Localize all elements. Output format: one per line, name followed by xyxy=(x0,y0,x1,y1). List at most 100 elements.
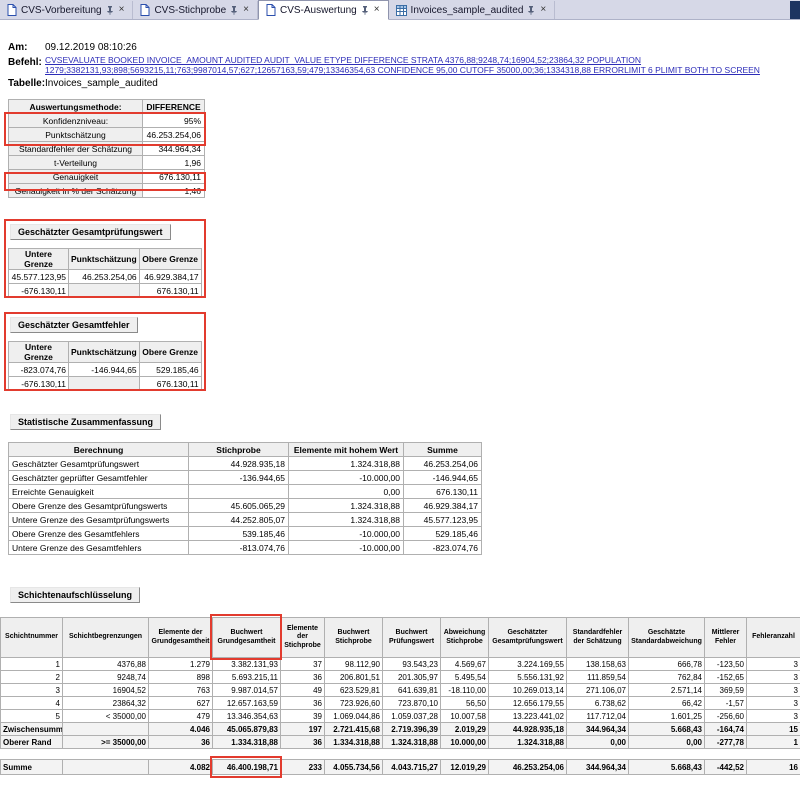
cell: -256,60 xyxy=(705,710,747,723)
section-title-statistische-zusammenfassung: Statistische Zusammenfassung xyxy=(10,414,161,430)
column-header: Untere Grenze xyxy=(9,342,69,363)
column-header: Stichprobe xyxy=(189,443,289,457)
table-row: -823.074,76-146.944,65529.185,46 xyxy=(9,363,202,377)
cell: 676.130,11 xyxy=(143,170,205,184)
table-row: Standardfehler der Schätzung344.964,34 xyxy=(9,142,205,156)
tab-cvs-stichprobe[interactable]: CVS-Stichprobe × xyxy=(133,1,258,19)
table-row: 45.577.123,9546.253.254,0646.929.384,17 xyxy=(9,270,202,284)
cell: 12.656.179,55 xyxy=(489,697,567,710)
befehl-command-link[interactable]: CVSEVALUATE BOOKED INVOICE_AMOUNT AUDITE… xyxy=(45,55,779,75)
column-header: Elemente mit hohem Wert xyxy=(289,443,404,457)
table-row: Zwischensumme4.04645.065.879,831972.721.… xyxy=(1,723,800,736)
tab-cvs-auswertung[interactable]: CVS-Auswertung × xyxy=(258,0,389,20)
cell xyxy=(63,760,149,775)
tab-cvs-vorbereitung[interactable]: CVS-Vorbereitung × xyxy=(0,1,133,19)
cell: 676.130,11 xyxy=(404,485,482,499)
cell: 1 xyxy=(1,658,63,671)
column-header: Fehleranzahl xyxy=(747,618,800,658)
cell: Oberer Rand xyxy=(1,736,63,749)
cell: Konfidenzniveau: xyxy=(9,114,143,128)
document-icon xyxy=(140,4,150,16)
table-row: Obere Grenze des Gesamtprüfungswerts45.6… xyxy=(9,499,482,513)
pin-icon[interactable] xyxy=(527,6,535,15)
cell: 4376,88 xyxy=(63,658,149,671)
cell: -676.130,11 xyxy=(9,284,69,298)
cell: 0,00 xyxy=(289,485,404,499)
cell: 12.657.163,59 xyxy=(213,697,281,710)
cell: Punktschätzung xyxy=(9,128,143,142)
cell: Untere Grenze des Gesamtprüfungswerts xyxy=(9,513,189,527)
cell: -146.944,65 xyxy=(69,363,140,377)
table-row: 14376,881.2793.382.131,933798.112,9093.5… xyxy=(1,658,800,671)
close-icon[interactable]: × xyxy=(242,5,250,15)
cell: 762,84 xyxy=(629,671,705,684)
cell: 56,50 xyxy=(441,697,489,710)
cell: 539.185,46 xyxy=(189,527,289,541)
table-row: 5< 35000,0047913.346.354,63391.069.044,8… xyxy=(1,710,800,723)
table-row: Untere Grenze des Gesamtfehlers-813.074,… xyxy=(9,541,482,555)
cell: 2.019,29 xyxy=(441,723,489,736)
cell: 46.929.384,17 xyxy=(404,499,482,513)
cell: t-Verteilung xyxy=(9,156,143,170)
pin-icon[interactable] xyxy=(361,6,369,15)
cell: 2.719.396,39 xyxy=(383,723,441,736)
close-icon[interactable]: × xyxy=(118,5,126,15)
cell: 10.269.013,14 xyxy=(489,684,567,697)
table-icon xyxy=(396,5,407,16)
cell: 10.000,00 xyxy=(441,736,489,749)
cell: 45.065.879,83 xyxy=(213,723,281,736)
cell: 10.007,58 xyxy=(441,710,489,723)
cell: 4.046 xyxy=(149,723,213,736)
column-header: Obere Grenze xyxy=(139,342,201,363)
cell: 138.158,63 xyxy=(567,658,629,671)
cell: 676.130,11 xyxy=(139,284,201,298)
cell: 344.964,34 xyxy=(143,142,205,156)
cell: 1.324.318,88 xyxy=(289,457,404,471)
cell xyxy=(69,284,140,298)
cell: 5.556.131,92 xyxy=(489,671,567,684)
cell: 1.059.037,28 xyxy=(383,710,441,723)
cell: 1.601,25 xyxy=(629,710,705,723)
pin-icon[interactable] xyxy=(106,6,114,15)
cell: 344.964,34 xyxy=(567,760,629,775)
cell: Untere Grenze des Gesamtfehlers xyxy=(9,541,189,555)
column-header: Punktschätzung xyxy=(69,249,140,270)
cell: 5.668,43 xyxy=(629,723,705,736)
cell: Erreichte Genauigkeit xyxy=(9,485,189,499)
table-row: Genauigkeit676.130,11 xyxy=(9,170,205,184)
table-row: Geschätzter geprüfter Gesamtfehler-136.9… xyxy=(9,471,482,485)
tab-label: Invoices_sample_audited xyxy=(411,5,524,16)
close-icon[interactable]: × xyxy=(373,5,381,15)
column-header: Summe xyxy=(404,443,482,457)
table-header-row: Untere GrenzePunktschätzungObere Grenze xyxy=(9,342,202,363)
tab-invoices-sample-audited[interactable]: Invoices_sample_audited × xyxy=(389,1,556,19)
close-icon[interactable]: × xyxy=(539,5,547,15)
cell: 3 xyxy=(747,671,800,684)
cell: 23864,32 xyxy=(63,697,149,710)
schichten-summe-table: Summe4.08246.400.198,712334.055.734,564.… xyxy=(0,759,800,775)
cell: 641.639,81 xyxy=(383,684,441,697)
table-row: Untere Grenze des Gesamtprüfungswerts44.… xyxy=(9,513,482,527)
cell: 46.253.254,06 xyxy=(404,457,482,471)
gesamtfehler-table: Untere GrenzePunktschätzungObere Grenze … xyxy=(8,341,202,391)
cell: -442,52 xyxy=(705,760,747,775)
cell: 117.712,04 xyxy=(567,710,629,723)
cell xyxy=(69,377,140,391)
document-icon xyxy=(7,4,17,16)
cell: 1 xyxy=(747,736,800,749)
cell: 2 xyxy=(1,671,63,684)
cell: Obere Grenze des Gesamtprüfungswerts xyxy=(9,499,189,513)
cell: Obere Grenze des Gesamtfehlers xyxy=(9,527,189,541)
cell: 45.577.123,95 xyxy=(9,270,69,284)
cell: 12.019,29 xyxy=(441,760,489,775)
cell: 623.529,81 xyxy=(325,684,383,697)
pin-icon[interactable] xyxy=(230,6,238,15)
table-row: -676.130,11 676.130,11 xyxy=(9,284,202,298)
tabelle-value: Invoices_sample_audited xyxy=(45,78,158,89)
table-row: -676.130,11676.130,11 xyxy=(9,377,202,391)
column-header: Elemente der Grundgesamtheit xyxy=(149,618,213,658)
cell: 3.382.131,93 xyxy=(213,658,281,671)
section-title-schichtenaufschluesselung: Schichtenaufschlüsselung xyxy=(10,587,140,603)
summe-row: Summe4.08246.400.198,712334.055.734,564.… xyxy=(1,760,800,775)
cvs-auswertung-window: CVS-Vorbereitung × CVS-Stichprobe × CVS-… xyxy=(0,0,800,787)
